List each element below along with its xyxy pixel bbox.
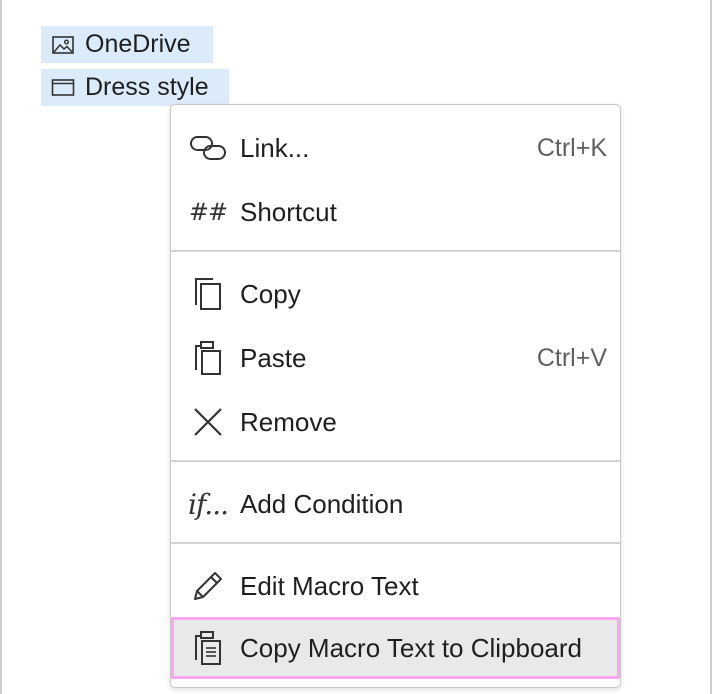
tree-item-label: Dress style: [85, 73, 209, 101]
menu-item-paste[interactable]: Paste Ctrl+V: [171, 326, 620, 390]
menu-item-add-condition[interactable]: if... Add Condition: [171, 472, 620, 536]
menu-item-shortcut[interactable]: ## Shortcut: [171, 180, 620, 244]
menu-item-label: Paste: [240, 342, 307, 373]
tree-item-label: OneDrive: [85, 30, 191, 58]
clipboard-copy-icon: [189, 629, 227, 667]
window-border-left: [0, 0, 2, 694]
menu-item-label: Link...: [240, 132, 310, 163]
menu-item-edit-macro-text[interactable]: Edit Macro Text: [171, 554, 620, 618]
copy-icon: [189, 275, 227, 313]
tree-item-dress-style[interactable]: Dress style: [41, 69, 229, 106]
menu-item-label: Remove: [240, 406, 337, 437]
paste-icon: [189, 339, 227, 377]
menu-item-shortcut: Ctrl+V: [536, 343, 607, 372]
condition-icon: if...: [187, 487, 229, 521]
hash-icon: ##: [188, 198, 228, 226]
menu-item-remove[interactable]: Remove: [171, 390, 620, 454]
menu-item-shortcut: Ctrl+K: [536, 133, 607, 162]
menu-separator: [171, 250, 620, 252]
context-menu: Link... Ctrl+K ## Shortcut Copy Paste Ct…: [170, 104, 621, 688]
menu-item-label: Add Condition: [240, 488, 404, 519]
menu-item-copy-macro-text[interactable]: Copy Macro Text to Clipboard: [171, 617, 620, 679]
pencil-icon: [189, 567, 227, 605]
menu-item-copy[interactable]: Copy: [171, 262, 620, 326]
menu-item-label: Copy: [240, 278, 301, 309]
tree-item-onedrive[interactable]: OneDrive: [41, 26, 213, 63]
link-icon: [189, 129, 227, 167]
menu-item-label: Shortcut: [240, 196, 337, 227]
window-icon: [51, 76, 75, 100]
menu-item-link[interactable]: Link... Ctrl+K: [171, 116, 620, 180]
menu-item-label: Edit Macro Text: [240, 570, 419, 601]
menu-item-label: Copy Macro Text to Clipboard: [240, 632, 583, 663]
image-icon: [51, 33, 75, 57]
menu-separator: [171, 542, 620, 544]
close-icon: [189, 403, 227, 441]
menu-separator: [171, 460, 620, 462]
